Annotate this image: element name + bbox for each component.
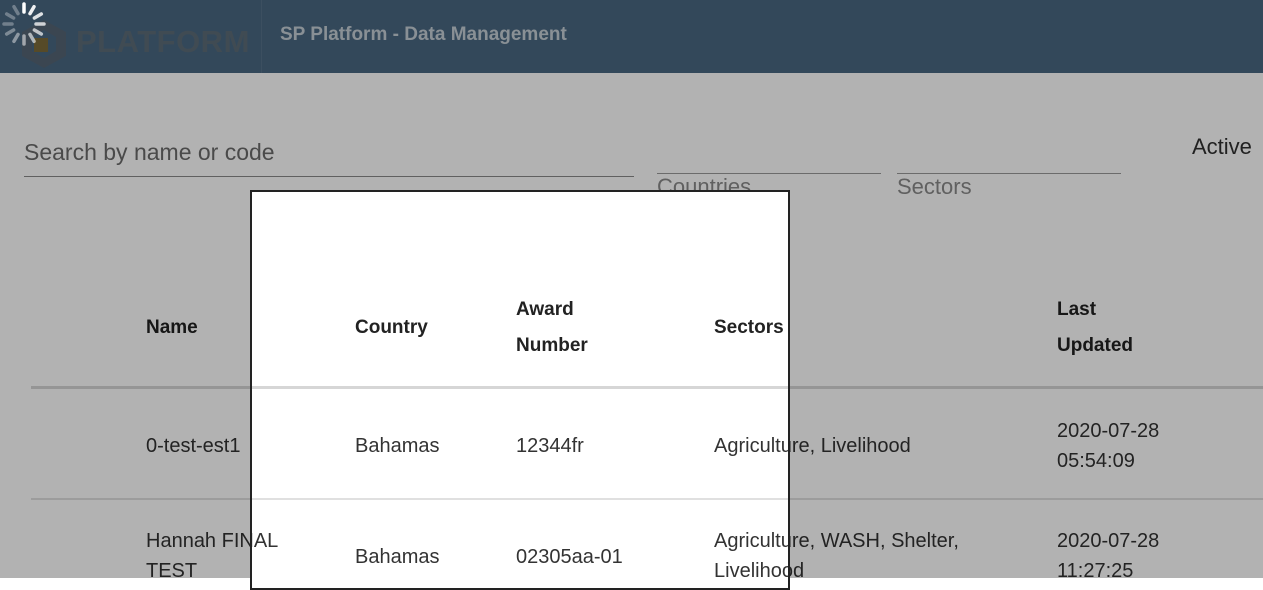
table-header-divider [252, 386, 788, 389]
cell-country: Bahamas [355, 435, 440, 457]
cell-award-number: 12344fr [516, 435, 584, 457]
column-header-sectors[interactable]: Sectors [714, 310, 784, 346]
column-header-country[interactable]: Country [355, 310, 428, 346]
cell-name: Hannah FINAL TEST [252, 530, 278, 552]
dialog-content: Name Country Award Number Sectors 0-test… [252, 192, 790, 582]
popup-dialog[interactable]: Name Country Award Number Sectors 0-test… [250, 190, 790, 590]
row-divider [252, 498, 788, 500]
cell-sectors: Agriculture, Livelihood [714, 435, 790, 457]
column-header-award-number[interactable]: Award Number [516, 292, 616, 364]
loading-spinner-icon [2, 2, 46, 46]
cell-country: Bahamas [355, 546, 440, 568]
cell-award-number: 02305aa-01 [516, 546, 623, 568]
cell-sectors: Agriculture, WASH, Shelter, Livelihood [714, 530, 790, 582]
